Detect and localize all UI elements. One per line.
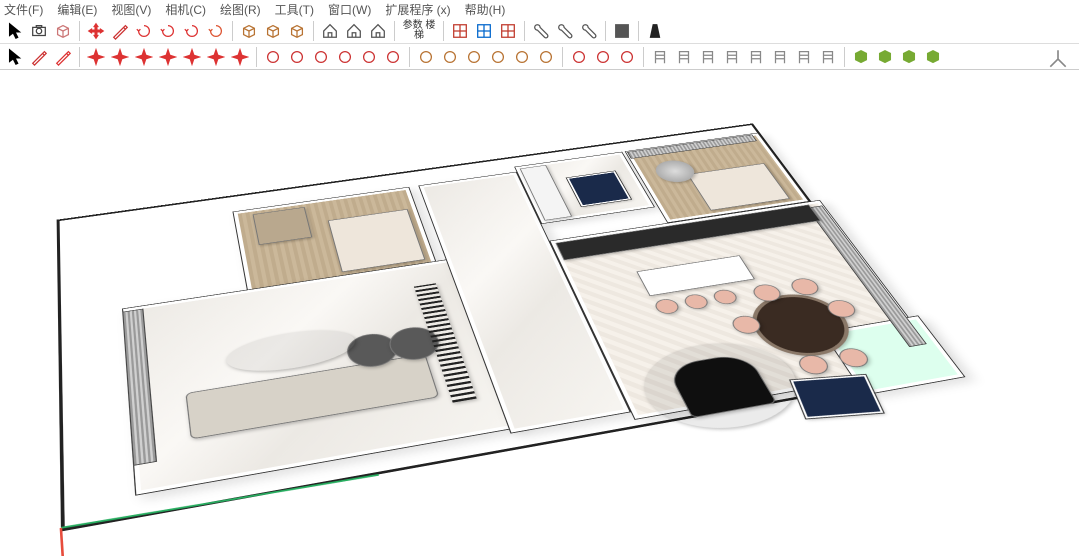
chair2-icon[interactable] [673,46,695,68]
red3-icon[interactable] [310,46,332,68]
rotate-icon[interactable] [133,20,155,42]
window-icon[interactable] [449,20,471,42]
spark-icon[interactable] [85,46,107,68]
check-icon[interactable] [611,20,633,42]
toolbar-separator [79,47,80,67]
window3-icon[interactable] [497,20,519,42]
box2-icon[interactable] [262,20,284,42]
toolbar-separator [409,47,410,67]
redA-icon[interactable] [568,46,590,68]
spark5-icon[interactable] [181,46,203,68]
follow-icon[interactable] [157,20,179,42]
line-icon[interactable] [109,20,131,42]
floorplan-model[interactable] [57,118,1007,556]
chair6-icon[interactable] [769,46,791,68]
menu-edit[interactable]: 编辑(E) [57,1,97,18]
home-icon[interactable] [319,20,341,42]
toolbar-separator [79,21,80,41]
toolbar-separator [562,47,563,67]
menu-file[interactable]: 文件(F) [4,1,43,18]
red6-icon[interactable] [382,46,404,68]
chair5-icon[interactable] [745,46,767,68]
toolbar-separator [443,21,444,41]
brown5-icon[interactable] [511,46,533,68]
menu-draw[interactable]: 绘图(R) [220,1,261,18]
select-arrow[interactable] [4,20,26,42]
road-icon[interactable] [644,20,666,42]
select-arrow[interactable] [4,46,26,68]
camera-icon[interactable] [28,20,50,42]
chair4-icon[interactable] [721,46,743,68]
spark2-icon[interactable] [109,46,131,68]
toolbar-separator [605,21,606,41]
spark6-icon[interactable] [205,46,227,68]
toolbar-separator [256,47,257,67]
redC-icon[interactable] [616,46,638,68]
chair7-icon[interactable] [793,46,815,68]
brown6-icon[interactable] [535,46,557,68]
green2-icon[interactable] [874,46,896,68]
offset-icon[interactable] [205,20,227,42]
brown1-icon[interactable] [415,46,437,68]
brown4-icon[interactable] [487,46,509,68]
green3-icon[interactable] [898,46,920,68]
spark4-icon[interactable] [157,46,179,68]
toolbar-separator [638,21,639,41]
window2-icon[interactable] [473,20,495,42]
menu-view[interactable]: 视图(V) [111,1,151,18]
axis-red [60,528,72,556]
spark7-icon[interactable] [229,46,251,68]
brown2-icon[interactable] [439,46,461,68]
toolbar-separator [844,47,845,67]
spark3-icon[interactable] [133,46,155,68]
chair1-icon[interactable] [649,46,671,68]
draw-icon[interactable] [28,46,50,68]
red1-icon[interactable] [262,46,284,68]
toolbar-separator [643,47,644,67]
brown3-icon[interactable] [463,46,485,68]
wrench2-icon[interactable] [554,20,576,42]
slider-icon[interactable] [578,20,600,42]
toolbar-separator [394,21,395,41]
box-icon[interactable] [238,20,260,42]
menu-window[interactable]: 窗口(W) [328,1,371,18]
green4-icon[interactable] [922,46,944,68]
toolbar-row-1: 参数 楼梯 [0,18,1079,44]
box3-icon[interactable] [286,20,308,42]
toolbar-separator [313,21,314,41]
redB-icon[interactable] [592,46,614,68]
menu-help[interactable]: 帮助(H) [465,1,506,18]
stairs-icon[interactable]: 参数 楼梯 [400,14,438,48]
toolbar-row-2 [0,44,1079,70]
chair8-icon[interactable] [817,46,839,68]
menu-bar: 文件(F) 编辑(E) 视图(V) 相机(C) 绘图(R) 工具(T) 窗口(W… [0,0,1079,18]
viewport-3d[interactable] [0,70,1079,556]
green1-icon[interactable] [850,46,872,68]
cube-icon[interactable] [52,20,74,42]
toolbar-separator [232,21,233,41]
pencil-icon[interactable] [52,46,74,68]
stairs-label: 参数 楼梯 [400,21,438,41]
toolbar-separator [524,21,525,41]
wrench-icon[interactable] [530,20,552,42]
corner-axes-icon[interactable] [1047,48,1069,70]
scale-icon[interactable] [181,20,203,42]
menu-camera[interactable]: 相机(C) [165,1,206,18]
menu-tools[interactable]: 工具(T) [275,1,314,18]
home2-icon[interactable] [343,20,365,42]
home3-icon[interactable] [367,20,389,42]
red5-icon[interactable] [358,46,380,68]
move-icon[interactable] [85,20,107,42]
chair3-icon[interactable] [697,46,719,68]
red4-icon[interactable] [334,46,356,68]
red2-icon[interactable] [286,46,308,68]
